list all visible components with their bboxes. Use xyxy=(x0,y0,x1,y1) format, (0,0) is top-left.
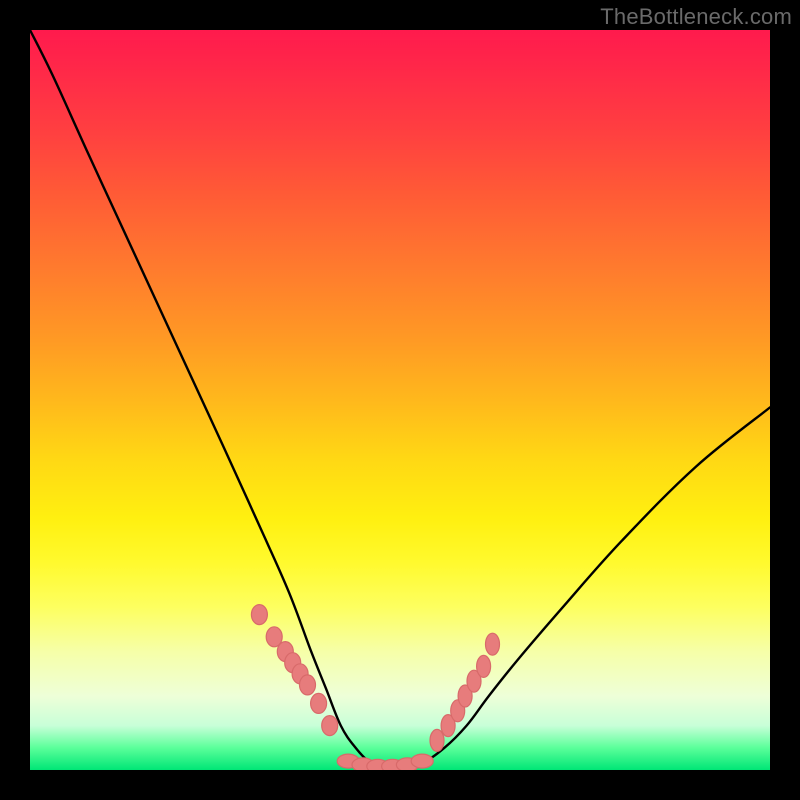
marker-dot xyxy=(411,754,433,768)
marker-dot xyxy=(311,693,327,713)
curve-markers xyxy=(251,605,499,770)
bottleneck-curve xyxy=(30,30,770,767)
marker-dot xyxy=(300,675,316,695)
marker-dot xyxy=(251,605,267,625)
marker-dot xyxy=(486,633,500,655)
marker-dot xyxy=(430,729,444,751)
marker-dot xyxy=(322,716,338,736)
chart-frame: TheBottleneck.com xyxy=(0,0,800,800)
marker-dot xyxy=(477,655,491,677)
curve-svg xyxy=(30,30,770,770)
plot-area xyxy=(30,30,770,770)
watermark-text: TheBottleneck.com xyxy=(600,4,792,30)
